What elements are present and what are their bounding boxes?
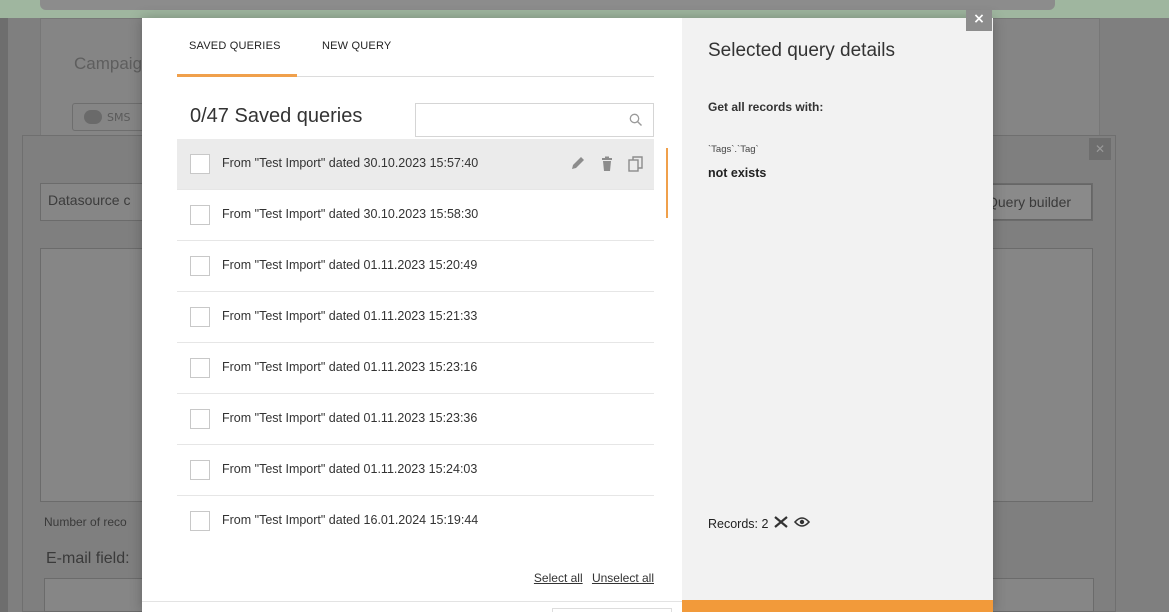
query-checkbox[interactable] — [190, 256, 210, 276]
query-label: From "Test Import" dated 30.10.2023 15:5… — [222, 207, 479, 221]
saved-queries-pane: SAVED QUERIES NEW QUERY 0/47 Saved queri… — [142, 18, 682, 612]
list-item[interactable]: From "Test Import" dated 01.11.2023 15:2… — [177, 394, 654, 445]
list-scrollbar[interactable] — [666, 148, 668, 218]
query-checkbox[interactable] — [190, 358, 210, 378]
saved-queries-count-title: 0/47 Saved queries — [190, 105, 363, 127]
background-query-builder-button: Query builder — [978, 184, 1092, 220]
query-label: From "Test Import" dated 01.11.2023 15:2… — [222, 462, 478, 476]
query-checkbox[interactable] — [190, 409, 210, 429]
list-item[interactable]: From "Test Import" dated 01.11.2023 15:2… — [177, 343, 654, 394]
search-input[interactable] — [415, 103, 654, 137]
condition-operator: not exists — [708, 166, 767, 180]
query-checkbox[interactable] — [190, 511, 210, 531]
list-item[interactable]: From "Test Import" dated 01.11.2023 15:2… — [177, 241, 654, 292]
eye-icon[interactable] — [794, 516, 811, 531]
background-close-icon: ✕ — [1089, 138, 1111, 160]
chat-bubble-icon — [84, 110, 102, 124]
saved-queries-list: From "Test Import" dated 30.10.2023 15:5… — [177, 139, 654, 544]
background-topbar — [0, 0, 1169, 18]
list-item[interactable]: From "Test Import" dated 30.10.2023 15:5… — [177, 190, 654, 241]
trash-icon[interactable] — [597, 155, 617, 173]
query-label: From "Test Import" dated 16.01.2024 15:1… — [222, 513, 479, 527]
background-left-strip — [0, 18, 8, 612]
query-label: From "Test Import" dated 30.10.2023 15:5… — [222, 156, 479, 170]
list-item[interactable]: From "Test Import" dated 01.11.2023 15:2… — [177, 292, 654, 343]
use-query-button[interactable] — [682, 600, 993, 612]
records-count: Records: 2 — [708, 516, 769, 531]
active-tab-indicator — [177, 74, 297, 77]
unselect-all-link[interactable]: Unselect all — [592, 571, 654, 585]
search-icon[interactable] — [629, 113, 643, 127]
list-item[interactable]: From "Test Import" dated 01.11.2023 15:2… — [177, 445, 654, 496]
background-datasource-label: Datasource c — [48, 192, 131, 208]
tab-new-query[interactable]: NEW QUERY — [322, 40, 391, 52]
query-checkbox[interactable] — [190, 205, 210, 225]
details-title: Selected query details — [708, 40, 895, 61]
list-item[interactable]: From "Test Import" dated 16.01.2024 15:1… — [177, 496, 654, 544]
copy-icon[interactable] — [626, 155, 646, 173]
query-checkbox[interactable] — [190, 307, 210, 327]
query-checkbox[interactable] — [190, 154, 210, 174]
saved-queries-modal: SAVED QUERIES NEW QUERY 0/47 Saved queri… — [142, 18, 993, 612]
get-all-records-label: Get all records with: — [708, 100, 824, 114]
row-actions — [564, 155, 646, 173]
close-icon[interactable]: × — [966, 10, 992, 31]
footer-button-edge[interactable] — [552, 608, 672, 612]
records-summary: Records: 2 — [708, 516, 811, 531]
list-item[interactable]: From "Test Import" dated 30.10.2023 15:5… — [177, 139, 654, 190]
query-checkbox[interactable] — [190, 460, 210, 480]
query-details-pane: Selected query details Get all records w… — [682, 18, 993, 612]
background-email-field-label: E-mail field: — [46, 550, 130, 567]
pencil-icon[interactable] — [568, 155, 588, 173]
query-label: From "Test Import" dated 01.11.2023 15:2… — [222, 258, 478, 272]
select-links: Select all Unselect all — [528, 571, 654, 585]
modal-tabs: SAVED QUERIES NEW QUERY — [177, 18, 654, 77]
background-number-of-records-label: Number of reco — [44, 515, 127, 529]
query-label: From "Test Import" dated 01.11.2023 15:2… — [222, 309, 478, 323]
query-label: From "Test Import" dated 01.11.2023 15:2… — [222, 360, 478, 374]
query-label: From "Test Import" dated 01.11.2023 15:2… — [222, 411, 478, 425]
x-logo-icon[interactable] — [774, 516, 789, 531]
background-campaign-label: Campaig — [74, 54, 143, 73]
select-all-link[interactable]: Select all — [534, 571, 583, 585]
tab-saved-queries[interactable]: SAVED QUERIES — [189, 40, 281, 52]
condition-field: `Tags`.`Tag` — [708, 144, 759, 155]
